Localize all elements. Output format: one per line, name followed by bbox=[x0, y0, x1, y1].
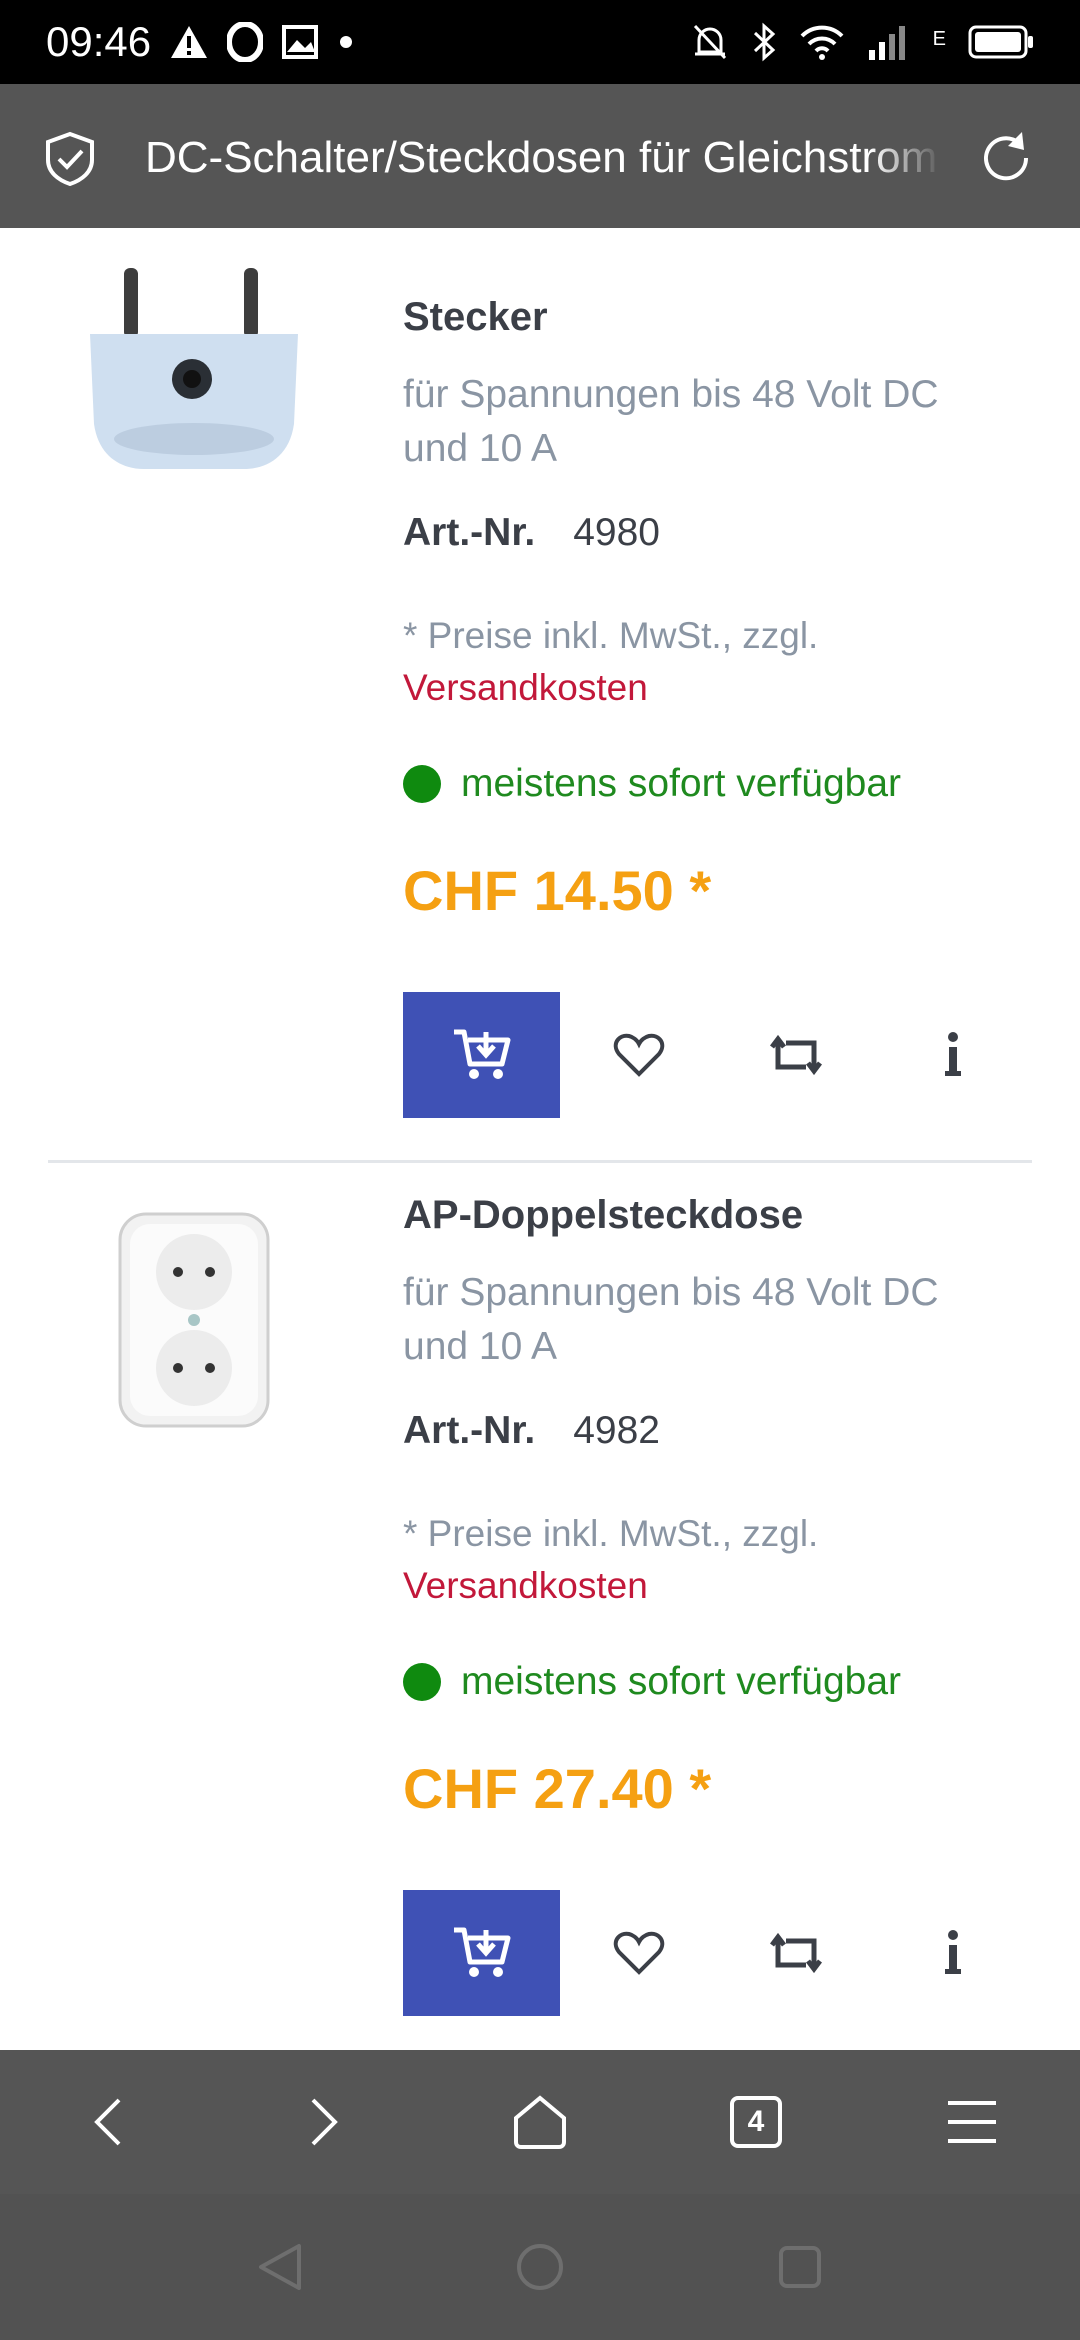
add-to-cart-button[interactable] bbox=[403, 992, 560, 1118]
availability-status: meistens sofort verfügbar bbox=[403, 762, 901, 806]
shipping-link[interactable]: Versandkosten bbox=[403, 662, 818, 714]
wishlist-button[interactable] bbox=[560, 1890, 717, 2016]
nav-recents-button[interactable] bbox=[760, 2227, 840, 2307]
product-description: für Spannungen bis 48 Volt DC und 10 A bbox=[403, 373, 939, 470]
chevron-right-icon bbox=[311, 2098, 338, 2146]
cart-download-icon bbox=[453, 1927, 510, 1977]
product-image-double-socket[interactable] bbox=[84, 1210, 304, 1430]
article-value: 4982 bbox=[573, 1409, 660, 1452]
info-button[interactable] bbox=[874, 1890, 1031, 2016]
info-button[interactable] bbox=[874, 992, 1031, 1118]
clock: 09:46 bbox=[46, 18, 152, 65]
tabs-count-icon: 4 bbox=[730, 2096, 782, 2148]
url-title[interactable]: DC-Schalter/Steckdosen für Gleichstrom bbox=[145, 128, 945, 188]
product-price: CHF 27.40 * bbox=[403, 1757, 712, 1820]
article-number: Art.-Nr. 4982 bbox=[403, 1409, 660, 1453]
article-value: 4980 bbox=[573, 511, 660, 554]
info-icon bbox=[944, 1032, 961, 1076]
article-label: Art.-Nr. bbox=[403, 511, 536, 554]
opera-icon bbox=[227, 22, 264, 62]
warning-icon bbox=[171, 26, 208, 58]
price-note-text: * Preise inkl. MwSt., zzgl. bbox=[403, 1513, 819, 1554]
product-actions bbox=[403, 992, 1031, 1118]
price-note-text: * Preise inkl. MwSt., zzgl. bbox=[403, 615, 819, 656]
photo-icon bbox=[282, 25, 319, 59]
browser-toolbar: 4 bbox=[0, 2050, 1080, 2194]
bluetooth-icon bbox=[753, 22, 775, 62]
hamburger-menu-icon bbox=[948, 2101, 996, 2143]
tabs-button[interactable]: 4 bbox=[706, 2072, 806, 2172]
home-button[interactable] bbox=[490, 2072, 590, 2172]
cart-download-icon bbox=[453, 1029, 510, 1079]
menu-button[interactable] bbox=[922, 2072, 1022, 2172]
home-icon bbox=[514, 2095, 566, 2149]
product-divider bbox=[48, 1160, 1032, 1163]
forward-button[interactable] bbox=[274, 2072, 374, 2172]
battery-icon bbox=[968, 25, 1033, 59]
product-actions bbox=[403, 1890, 1031, 2016]
back-button[interactable] bbox=[58, 2072, 158, 2172]
nav-back-button[interactable] bbox=[240, 2227, 320, 2307]
availability-status: meistens sofort verfügbar bbox=[403, 1660, 901, 1704]
product-description: für Spannungen bis 48 Volt DC und 10 A bbox=[403, 1271, 939, 1368]
product-price: CHF 14.50 * bbox=[403, 859, 712, 922]
reload-icon[interactable] bbox=[976, 128, 1036, 188]
system-navigation-bar bbox=[0, 2194, 1080, 2340]
triangle-back-icon bbox=[259, 2244, 301, 2290]
chevron-left-icon bbox=[94, 2098, 121, 2146]
network-type: E bbox=[932, 28, 946, 50]
compare-icon bbox=[769, 1034, 822, 1076]
add-to-cart-button[interactable] bbox=[403, 1890, 560, 2016]
compare-icon bbox=[769, 1932, 822, 1974]
info-icon bbox=[944, 1930, 961, 1974]
status-bar: 09:46 E bbox=[0, 0, 1080, 84]
square-recents-icon bbox=[779, 2246, 821, 2288]
price-note: * Preise inkl. MwSt., zzgl. Versandkoste… bbox=[403, 1508, 818, 1612]
circle-home-icon bbox=[517, 2244, 563, 2290]
notification-dot bbox=[340, 36, 353, 48]
compare-button[interactable] bbox=[717, 992, 874, 1118]
bell-muted-icon bbox=[693, 24, 726, 60]
price-note: * Preise inkl. MwSt., zzgl. Versandkoste… bbox=[403, 610, 818, 714]
heart-icon bbox=[613, 1033, 664, 1077]
wishlist-button[interactable] bbox=[560, 992, 717, 1118]
shield-check-icon[interactable] bbox=[42, 130, 98, 186]
nav-home-button[interactable] bbox=[500, 2227, 580, 2307]
heart-icon bbox=[613, 1931, 664, 1975]
signal-icon bbox=[868, 26, 905, 60]
browser-url-bar: DC-Schalter/Steckdosen für Gleichstrom bbox=[0, 84, 1080, 228]
product-title[interactable]: AP-Doppelsteckdose bbox=[403, 1193, 803, 1238]
article-number: Art.-Nr. 4980 bbox=[403, 511, 660, 555]
availability-text: meistens sofort verfügbar bbox=[461, 762, 902, 805]
wifi-icon bbox=[800, 25, 844, 60]
product-list: Stecker für Spannungen bis 48 Volt DC un… bbox=[0, 228, 1080, 2050]
availability-dot-icon bbox=[403, 1663, 441, 1701]
tab-count: 4 bbox=[747, 2105, 765, 2138]
compare-button[interactable] bbox=[717, 1890, 874, 2016]
article-label: Art.-Nr. bbox=[403, 1409, 536, 1452]
availability-dot-icon bbox=[403, 765, 441, 803]
shipping-link[interactable]: Versandkosten bbox=[403, 1560, 818, 1612]
product-title[interactable]: Stecker bbox=[403, 295, 548, 340]
product-image-plug[interactable] bbox=[84, 264, 304, 484]
url-fade bbox=[870, 124, 960, 194]
availability-text: meistens sofort verfügbar bbox=[461, 1660, 902, 1703]
